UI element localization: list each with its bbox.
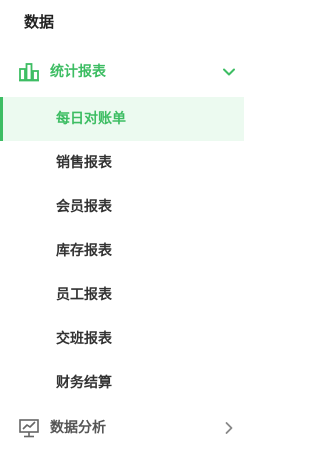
menu-item-label: 销售报表	[56, 155, 112, 171]
chevron-right-icon[interactable]	[222, 421, 236, 435]
monitor-chart-icon	[19, 419, 39, 438]
menu-group-label: 统计报表	[50, 64, 106, 80]
bar-chart-icon	[19, 63, 39, 82]
section-title: 数据	[24, 13, 55, 31]
menu-item-sales-report[interactable]: 销售报表	[0, 141, 244, 185]
menu-item-label: 每日对账单	[56, 111, 126, 127]
menu-group-label: 数据分析	[50, 420, 106, 436]
menu-group-statistics-reports[interactable]: 统计报表	[0, 52, 244, 92]
menu-item-label: 财务结算	[56, 375, 112, 391]
menu-item-inventory-report[interactable]: 库存报表	[0, 229, 244, 273]
menu-item-financial-settlement[interactable]: 财务结算	[0, 361, 244, 405]
menu-item-label: 员工报表	[56, 287, 112, 303]
menu-item-shift-report[interactable]: 交班报表	[0, 317, 244, 361]
chevron-down-icon[interactable]	[222, 65, 236, 79]
menu-item-employee-report[interactable]: 员工报表	[0, 273, 244, 317]
menu-item-member-report[interactable]: 会员报表	[0, 185, 244, 229]
menu-item-label: 会员报表	[56, 199, 112, 215]
menu-group-data-analysis[interactable]: 数据分析	[0, 408, 244, 448]
menu-item-label: 库存报表	[56, 243, 112, 259]
menu-item-label: 交班报表	[56, 331, 112, 347]
menu-item-daily-statement[interactable]: 每日对账单	[0, 97, 244, 141]
sidebar-menu: 数据 统计报表 每日对账单 销售报表 会员报表 库存报表 员工报表 交班报表 财…	[0, 0, 244, 452]
